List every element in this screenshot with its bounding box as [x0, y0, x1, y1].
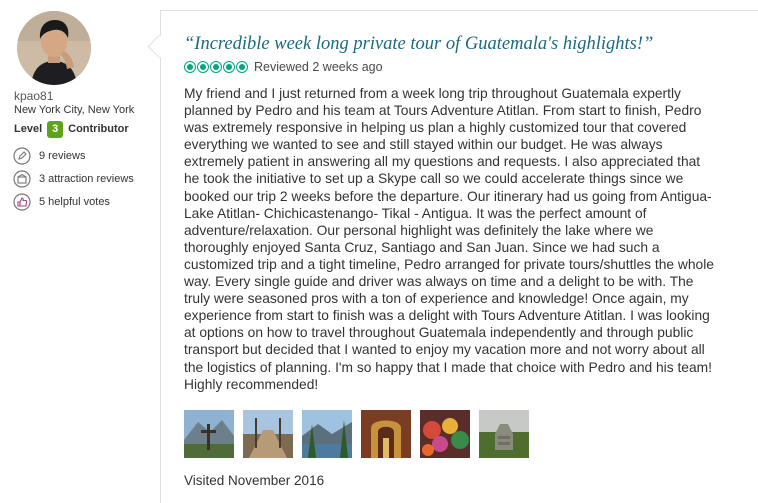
level-badge: 3	[47, 120, 64, 138]
stat-label: 5 helpful votes	[39, 196, 110, 208]
rating-bubble-icon	[197, 61, 209, 73]
contributor-level: Level 3 Contributor	[14, 120, 129, 138]
rating-bubble-icon	[184, 61, 196, 73]
photo-thumbnail[interactable]	[243, 410, 293, 458]
reviewed-date: Reviewed 2 weeks ago	[254, 60, 383, 74]
stat-label: 3 attraction reviews	[39, 173, 134, 185]
rating-bubble-icon	[210, 61, 222, 73]
member-info: kpao81 New York City, New York Level 3 C…	[0, 0, 150, 503]
username[interactable]: kpao81	[14, 89, 53, 103]
photo-thumbnail[interactable]	[479, 410, 529, 458]
rating-bubble-icon	[223, 61, 235, 73]
bubble-rating	[184, 61, 249, 73]
stat-attraction-reviews[interactable]: 3 attraction reviews	[13, 169, 134, 189]
thumbs-up-icon	[13, 193, 31, 211]
level-suffix: Contributor	[68, 123, 129, 135]
stat-helpful-votes[interactable]: 5 helpful votes	[13, 192, 110, 212]
photo-thumbnail[interactable]	[361, 410, 411, 458]
rating-row: Reviewed 2 weeks ago	[184, 59, 383, 75]
review-title[interactable]: “Incredible week long private tour of Gu…	[184, 33, 653, 55]
photo-thumbnail[interactable]	[184, 410, 234, 458]
avatar[interactable]	[17, 11, 91, 85]
photo-thumbnail[interactable]	[420, 410, 470, 458]
stat-reviews[interactable]: 9 reviews	[13, 146, 85, 166]
member-location: New York City, New York	[14, 104, 135, 116]
rating-bubble-icon	[236, 61, 248, 73]
visited-date: Visited November 2016	[184, 473, 325, 488]
pen-icon	[13, 147, 31, 165]
attraction-icon	[13, 170, 31, 188]
review-body: My friend and I just returned from a wee…	[184, 86, 714, 392]
review-photos	[184, 410, 538, 458]
stat-label: 9 reviews	[39, 150, 86, 162]
level-prefix: Level	[14, 123, 43, 135]
photo-thumbnail[interactable]	[302, 410, 352, 458]
review-container: kpao81 New York City, New York Level 3 C…	[0, 0, 758, 503]
